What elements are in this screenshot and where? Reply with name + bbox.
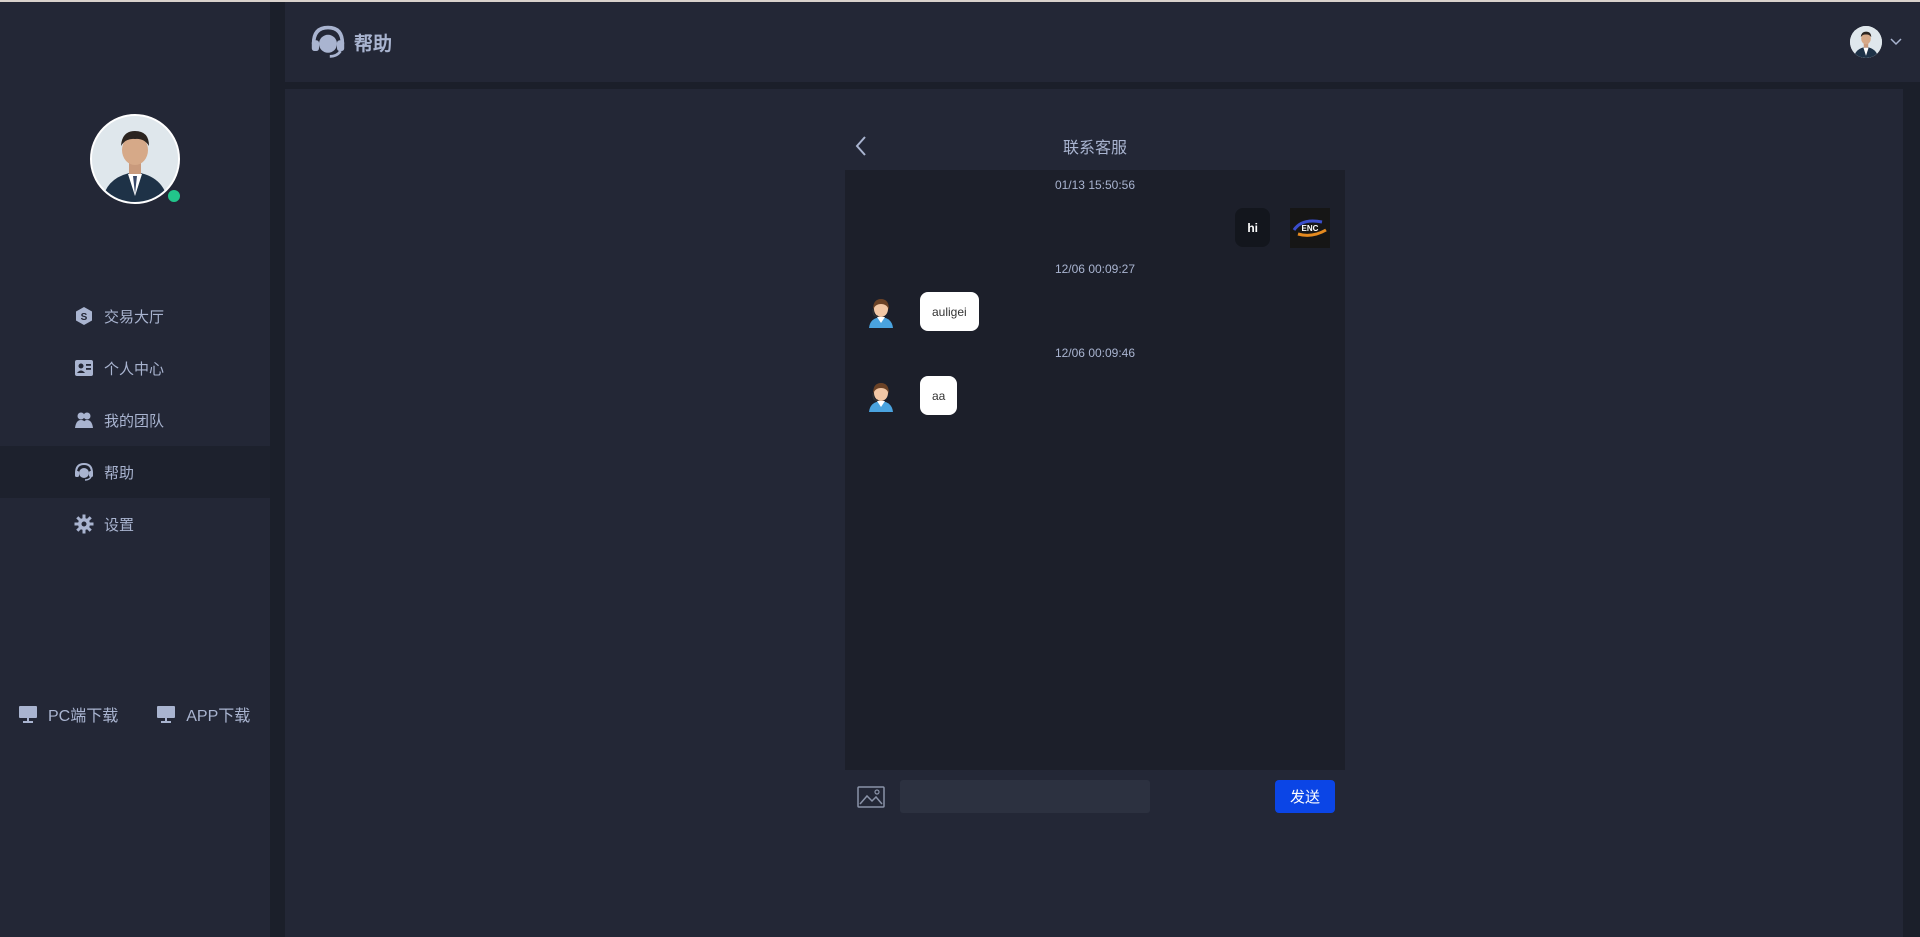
sidebar-item-label: 我的团队 (104, 412, 165, 430)
message-timestamp: 12/06 00:09:27 (1054, 262, 1136, 276)
headset-icon (74, 462, 94, 482)
agent-avatar-icon (865, 296, 897, 328)
pc-download-link[interactable]: PC端下载 (18, 702, 118, 726)
top-header: 帮助 (285, 2, 1920, 82)
send-button[interactable]: 发送 (1275, 780, 1335, 813)
download-links: PC端下载 APP下载 (18, 702, 250, 726)
sidebar-item-label: 个人中心 (104, 360, 165, 378)
sidebar-item-team[interactable]: 我的团队 (0, 394, 270, 446)
sidebar-item-exchange[interactable]: S 交易大厅 (0, 290, 270, 342)
sidebar-item-label: 帮助 (104, 464, 135, 482)
svg-text:S: S (81, 312, 88, 323)
sidebar: S 交易大厅 个人中心 我的团队 帮助 设置 PC端下载 APP下载 (0, 2, 270, 937)
sidebar-item-settings[interactable]: 设置 (0, 498, 270, 550)
message-timestamp: 12/06 00:09:46 (1054, 346, 1136, 360)
exchange-icon: S (74, 306, 94, 326)
gear-icon (74, 514, 94, 534)
message-bubble-outgoing: hi (1235, 208, 1270, 247)
team-icon (74, 410, 94, 430)
chevron-down-icon (1890, 38, 1902, 46)
avatar-portrait-icon (92, 116, 178, 202)
sidebar-item-profile[interactable]: 个人中心 (0, 342, 270, 394)
profile-card-icon (74, 358, 94, 378)
pc-download-label: PC端下载 (48, 708, 119, 725)
image-icon (857, 786, 885, 808)
profile-avatar-wrap[interactable] (90, 114, 182, 204)
sidebar-divider (270, 2, 285, 937)
agent-avatar-icon (865, 380, 897, 412)
user-avatar[interactable] (1850, 26, 1882, 58)
page-title-text: 帮助 (354, 33, 393, 55)
main-panel: 联系客服 01/13 15:50:56 hi ENC 12/06 00:09:2… (285, 89, 1903, 937)
message-timestamp: 01/13 15:50:56 (1054, 178, 1136, 192)
sidebar-nav: S 交易大厅 个人中心 我的团队 帮助 设置 (0, 290, 270, 550)
app-download-label: APP下载 (186, 708, 251, 725)
message-bubble-incoming: aa (920, 376, 958, 415)
headset-icon (310, 24, 346, 60)
page-title: 帮助 (310, 24, 392, 60)
sidebar-item-label: 交易大厅 (104, 308, 165, 326)
message-composer: 发送 (845, 780, 1345, 814)
sidebar-item-label: 设置 (104, 516, 135, 534)
my-avatar: ENC (1290, 208, 1330, 248)
app-download-link[interactable]: APP下载 (156, 702, 250, 726)
monitor-icon (156, 704, 176, 724)
avatar-portrait-icon (1850, 26, 1882, 58)
sidebar-item-help[interactable]: 帮助 (0, 446, 270, 498)
main-right-border (1903, 89, 1920, 937)
svg-text:ENC: ENC (1302, 224, 1319, 233)
monitor-icon (18, 704, 38, 724)
message-input[interactable] (900, 780, 1150, 813)
image-upload-button[interactable] (857, 785, 885, 809)
online-status-dot (166, 188, 182, 204)
enc-logo-icon: ENC (1292, 219, 1327, 237)
user-menu[interactable] (1850, 26, 1902, 58)
chat-title-bar: 联系客服 (845, 129, 1345, 159)
message-bubble-incoming: auligei (920, 292, 979, 331)
chat-messages[interactable]: 01/13 15:50:56 hi ENC 12/06 00:09:27 aul… (845, 170, 1345, 770)
chat-title: 联系客服 (1062, 140, 1127, 157)
header-divider (285, 82, 1920, 89)
